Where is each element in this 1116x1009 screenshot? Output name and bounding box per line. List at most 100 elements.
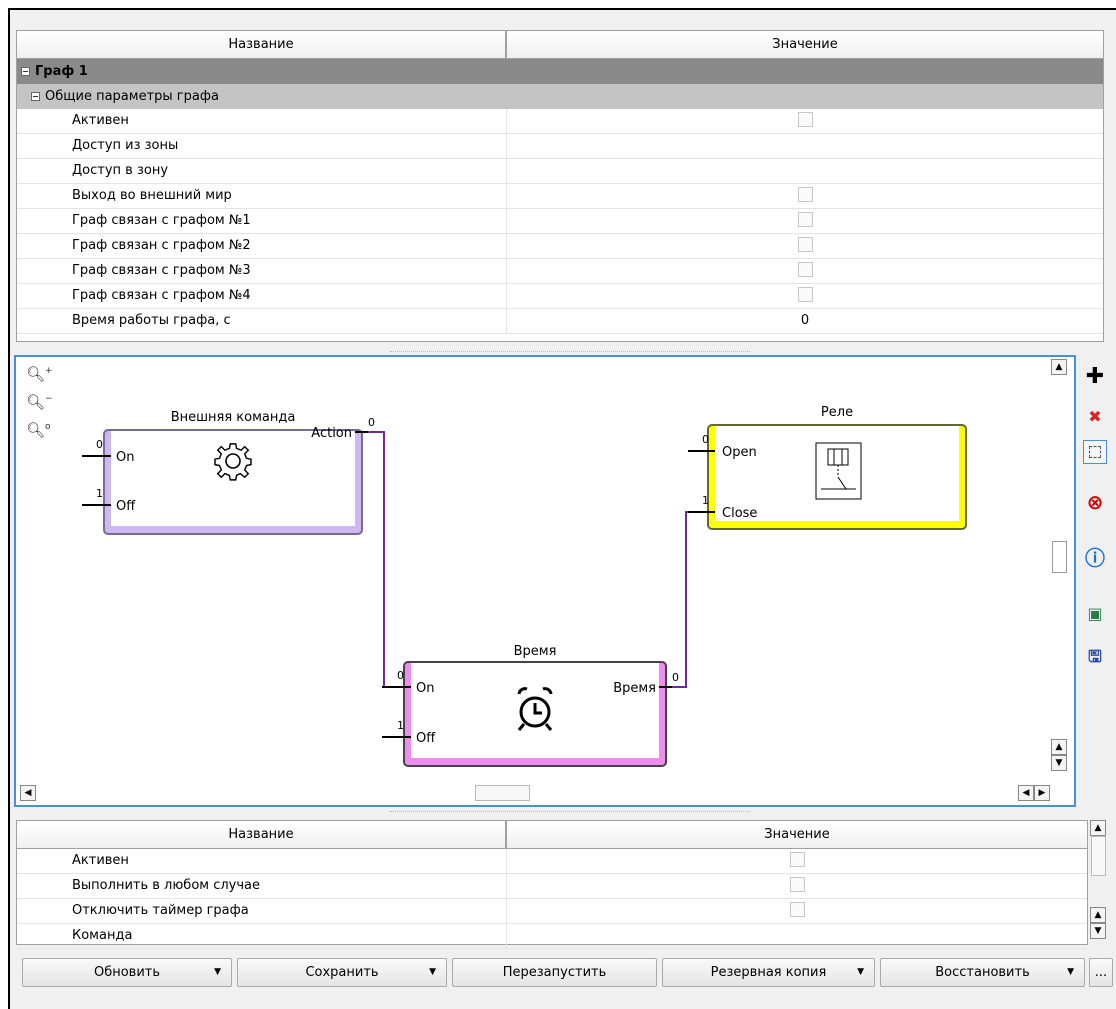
chevron-down-icon[interactable]: ▼ — [857, 959, 864, 986]
scroll-up-icon[interactable]: ▲ — [1090, 907, 1106, 923]
table-header: Название Значение — [17, 31, 1103, 59]
backup-button[interactable]: Резервная копия ▼ — [662, 958, 875, 987]
checkbox[interactable] — [797, 212, 813, 227]
table-row[interactable]: Время работы графа, с0 — [17, 309, 1103, 334]
scroll-left-icon[interactable]: ◀ — [1018, 785, 1034, 801]
table-row[interactable]: Активен — [17, 849, 1087, 874]
table-row[interactable]: Граф связан с графом №2 — [17, 234, 1103, 259]
property-name: Доступ из зоны — [17, 134, 507, 158]
delete-icon[interactable]: ✖ — [1083, 405, 1107, 429]
table-row[interactable]: Активен — [17, 109, 1103, 134]
refresh-button[interactable]: Обновить ▼ — [22, 958, 232, 987]
column-header-name[interactable]: Название — [17, 31, 507, 58]
table-vertical-scrollbar[interactable]: ▲ ▲ ▼ — [1090, 820, 1107, 945]
splitter-handle[interactable] — [390, 351, 750, 353]
splitter-handle[interactable] — [390, 811, 750, 813]
chevron-down-icon[interactable]: ▼ — [429, 959, 436, 986]
wire-time-to-close[interactable] — [670, 511, 708, 688]
table-row[interactable]: Доступ из зоны — [17, 134, 1103, 159]
column-header-value[interactable]: Значение — [507, 821, 1087, 848]
property-value[interactable]: 0 — [507, 309, 1103, 333]
port-close: Close — [722, 506, 757, 521]
property-value[interactable] — [507, 159, 1103, 183]
checkbox[interactable] — [789, 852, 805, 867]
port-index: 0 — [96, 438, 103, 451]
node-relay[interactable]: Реле 0 1 Open Close — [688, 405, 967, 530]
port-off: Off — [116, 499, 136, 514]
graph-canvas[interactable]: 🔍︎+ 🔍︎− 🔍︎o Внешняя команда 0 1 On Off A… — [14, 355, 1076, 807]
scroll-up-icon[interactable]: ▲ — [1051, 359, 1067, 375]
node-timer[interactable]: Время 0 1 On Off Время 0 — [382, 644, 679, 767]
save-disk-icon[interactable]: 🖫 — [1083, 645, 1107, 669]
property-value[interactable] — [507, 184, 1103, 208]
scroll-up-icon[interactable]: ▲ — [1090, 820, 1106, 836]
collapse-icon[interactable] — [21, 67, 30, 76]
scroll-thumb[interactable] — [1052, 541, 1067, 573]
port-index: 1 — [397, 719, 404, 732]
scroll-thumb[interactable] — [475, 785, 530, 801]
column-header-name[interactable]: Название — [17, 821, 507, 848]
property-name: Доступ в зону — [17, 159, 507, 183]
backup-label: Резервная копия — [710, 965, 827, 980]
table-row[interactable]: Граф связан с графом №1 — [17, 209, 1103, 234]
property-value[interactable] — [507, 874, 1087, 898]
property-value[interactable] — [507, 284, 1103, 308]
table-row[interactable]: Выполнить в любом случае — [17, 874, 1087, 899]
chevron-down-icon[interactable]: ▼ — [214, 959, 221, 986]
export-icon[interactable]: ▣ — [1083, 602, 1107, 626]
scroll-down-icon[interactable]: ▼ — [1090, 923, 1106, 939]
property-value[interactable] — [507, 259, 1103, 283]
column-header-value[interactable]: Значение — [507, 31, 1103, 58]
wire-action-to-on[interactable] — [366, 431, 404, 688]
collapse-icon[interactable] — [31, 92, 40, 101]
port-index: 0 — [368, 416, 375, 429]
select-area-icon[interactable] — [1083, 440, 1107, 464]
property-value[interactable] — [507, 924, 1087, 948]
table-row[interactable]: Граф связан с графом №4 — [17, 284, 1103, 309]
scroll-right-icon[interactable]: ▶ — [1034, 785, 1050, 801]
restart-button[interactable]: Перезапустить — [452, 958, 657, 987]
scroll-thumb[interactable] — [1091, 836, 1106, 876]
checkbox[interactable] — [797, 237, 813, 252]
property-value[interactable] — [507, 899, 1087, 923]
scroll-left-icon[interactable]: ◀ — [20, 785, 36, 801]
property-value[interactable] — [507, 209, 1103, 233]
node-external-command[interactable]: Внешняя команда 0 1 On Off Action 0 — [82, 410, 375, 535]
group-label: Граф 1 — [35, 64, 88, 79]
node-title: Внешняя команда — [171, 410, 296, 425]
checkbox[interactable] — [789, 877, 805, 892]
property-value[interactable] — [507, 134, 1103, 158]
property-value[interactable] — [507, 109, 1103, 133]
scroll-up-icon[interactable]: ▲ — [1051, 739, 1067, 755]
checkbox[interactable] — [797, 262, 813, 277]
more-button[interactable]: ... — [1089, 958, 1113, 987]
save-button[interactable]: Сохранить ▼ — [237, 958, 447, 987]
table-row[interactable]: Доступ в зону — [17, 159, 1103, 184]
port-action: Action — [311, 426, 352, 441]
graph-properties-table: Название Значение Граф 1 Общие параметры… — [16, 30, 1104, 342]
table-header: Название Значение — [17, 821, 1087, 849]
stop-icon[interactable]: ⊗ — [1083, 490, 1107, 514]
canvas-horizontal-scrollbar[interactable]: ◀ ◀ ▶ — [20, 785, 1070, 801]
add-node-icon[interactable]: ✚ — [1083, 366, 1107, 390]
property-value[interactable] — [507, 849, 1087, 873]
property-name: Активен — [17, 849, 507, 873]
group-row-graph[interactable]: Граф 1 — [17, 59, 1103, 84]
graph-diagram: Внешняя команда 0 1 On Off Action 0 Реле… — [82, 405, 967, 767]
port-index: 0 — [397, 669, 404, 682]
restore-button[interactable]: Восстановить ▼ — [880, 958, 1085, 987]
table-row[interactable]: Команда — [17, 924, 1087, 949]
table-row[interactable]: Отключить таймер графа — [17, 899, 1087, 924]
scroll-down-icon[interactable]: ▼ — [1051, 755, 1067, 771]
table-row[interactable]: Выход во внешний мир — [17, 184, 1103, 209]
info-icon[interactable]: ⓘ — [1083, 546, 1107, 570]
checkbox[interactable] — [789, 902, 805, 917]
chevron-down-icon[interactable]: ▼ — [1067, 959, 1074, 986]
table-row[interactable]: Граф связан с графом №3 — [17, 259, 1103, 284]
checkbox[interactable] — [797, 187, 813, 202]
subgroup-row-general[interactable]: Общие параметры графа — [17, 84, 1103, 109]
checkbox[interactable] — [797, 287, 813, 302]
checkbox[interactable] — [797, 112, 813, 127]
property-value[interactable] — [507, 234, 1103, 258]
canvas-vertical-scrollbar[interactable]: ▲ ▲ ▼ — [1051, 359, 1068, 781]
